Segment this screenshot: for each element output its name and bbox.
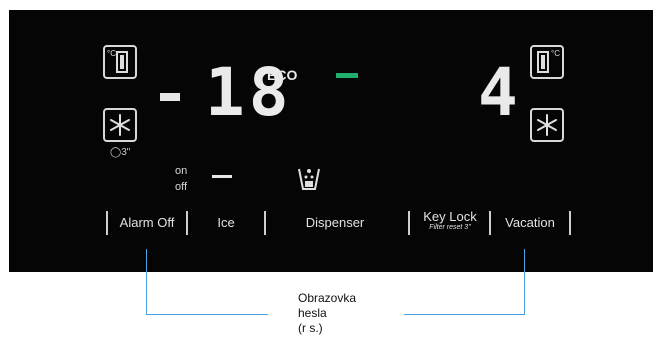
fridge-power-cool-button[interactable] [530,108,564,142]
fridge-temperature: 4 [478,54,518,131]
separator [106,211,108,235]
fridge-temp-button[interactable]: °C [530,45,564,79]
freezer-minus-sign [160,93,180,101]
callout-annotation: Obrazovka hesla (r s.) [298,291,356,336]
separator [408,211,410,235]
freezer-power-freeze-button[interactable] [103,108,137,142]
filter-reset-label: Filter reset 3" [429,224,471,231]
separator [569,211,571,235]
callout-line-left-horizontal [146,314,268,315]
vacation-button[interactable]: Vacation [497,215,563,230]
annotation-line-3: (r s.) [298,321,323,335]
key-lock-button[interactable]: Key Lock Filter reset 3" [418,209,482,232]
separator [264,211,266,235]
alarm-off-button[interactable]: Alarm Off [114,215,180,230]
annotation-line-2: hesla [298,306,327,320]
dispenser-button[interactable]: Dispenser [290,215,380,230]
ice-status-indicator [212,175,232,178]
fridge-unit: °C [551,49,560,58]
callout-line-left-vertical [146,249,147,314]
ice-off-label: off [175,181,188,193]
water-dispenser-icon [298,168,320,190]
eco-indicator [336,73,358,78]
ice-on-label: on [175,165,188,177]
separator [489,211,491,235]
snowflake-icon [110,114,130,136]
freezer-unit: °C [107,49,116,58]
hold-3s-hint: ◯3" [110,147,130,158]
freezer-temp-button[interactable]: °C [103,45,137,79]
bulb-icon: ◯ [110,147,122,158]
ice-button[interactable]: Ice [196,215,256,230]
annotation-line-1: Obrazovka [298,291,357,305]
separator [186,211,188,235]
snowflake-icon [537,114,557,136]
callout-line-right-horizontal [404,314,525,315]
hold-hint-text: 3" [121,147,131,158]
eco-label: ECO [267,67,298,83]
callout-line-right-vertical [524,249,525,314]
key-lock-label: Key Lock [423,209,477,224]
